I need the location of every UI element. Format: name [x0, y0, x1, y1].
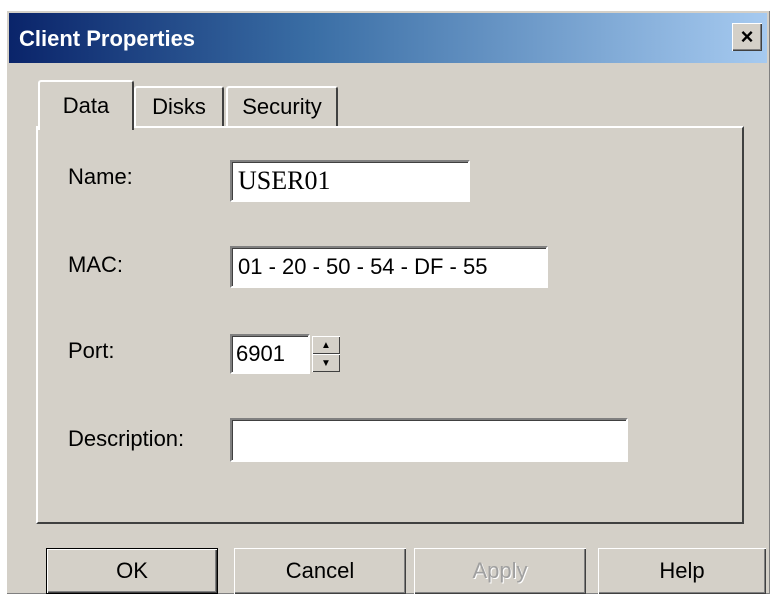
spin-up-button[interactable]: ▲ [312, 336, 340, 354]
tab-panel-data: Name: USER01 MAC: 01 - 20 - 50 - 54 - DF… [36, 126, 744, 524]
chevron-up-icon: ▲ [321, 339, 331, 351]
port-field[interactable]: 6901 [230, 334, 310, 374]
port-label: Port: [68, 338, 115, 363]
mac-field[interactable]: 01 - 20 - 50 - 54 - DF - 55 [230, 246, 548, 288]
close-button[interactable]: × [732, 23, 762, 51]
name-value: USER01 [238, 166, 331, 195]
help-label: Help [659, 558, 705, 583]
close-icon: × [740, 24, 754, 49]
title-bar[interactable]: Client Properties × [9, 13, 767, 63]
help-button[interactable]: Help [598, 548, 766, 594]
tab-data-label: Data [62, 93, 110, 118]
name-field[interactable]: USER01 [230, 160, 470, 202]
ok-button[interactable]: OK [46, 548, 218, 594]
ok-label: OK [116, 558, 148, 583]
description-label: Description: [68, 426, 185, 451]
mac-label: MAC: [68, 252, 123, 277]
spin-down-button[interactable]: ▼ [312, 354, 340, 372]
dialog-title: Client Properties [19, 26, 196, 51]
name-label: Name: [68, 164, 133, 189]
client-properties-dialog: Client Properties × Disks Security Name:… [6, 10, 770, 594]
tab-security[interactable]: Security [226, 86, 338, 126]
tab-disks-label: Disks [152, 94, 206, 119]
cancel-label: Cancel [285, 558, 355, 583]
tab-data[interactable]: Data [38, 80, 134, 130]
tab-disks[interactable]: Disks [134, 86, 224, 126]
port-spinner: ▲ ▼ [312, 336, 340, 372]
apply-button[interactable]: Apply [414, 548, 586, 594]
mac-value: 01 - 20 - 50 - 54 - DF - 55 [238, 254, 488, 279]
chevron-down-icon: ▼ [321, 357, 331, 369]
apply-label: Apply [472, 558, 528, 583]
tab-security-label: Security [242, 94, 322, 119]
description-field[interactable] [230, 418, 628, 462]
port-value: 6901 [236, 341, 285, 366]
cancel-button[interactable]: Cancel [234, 548, 406, 594]
